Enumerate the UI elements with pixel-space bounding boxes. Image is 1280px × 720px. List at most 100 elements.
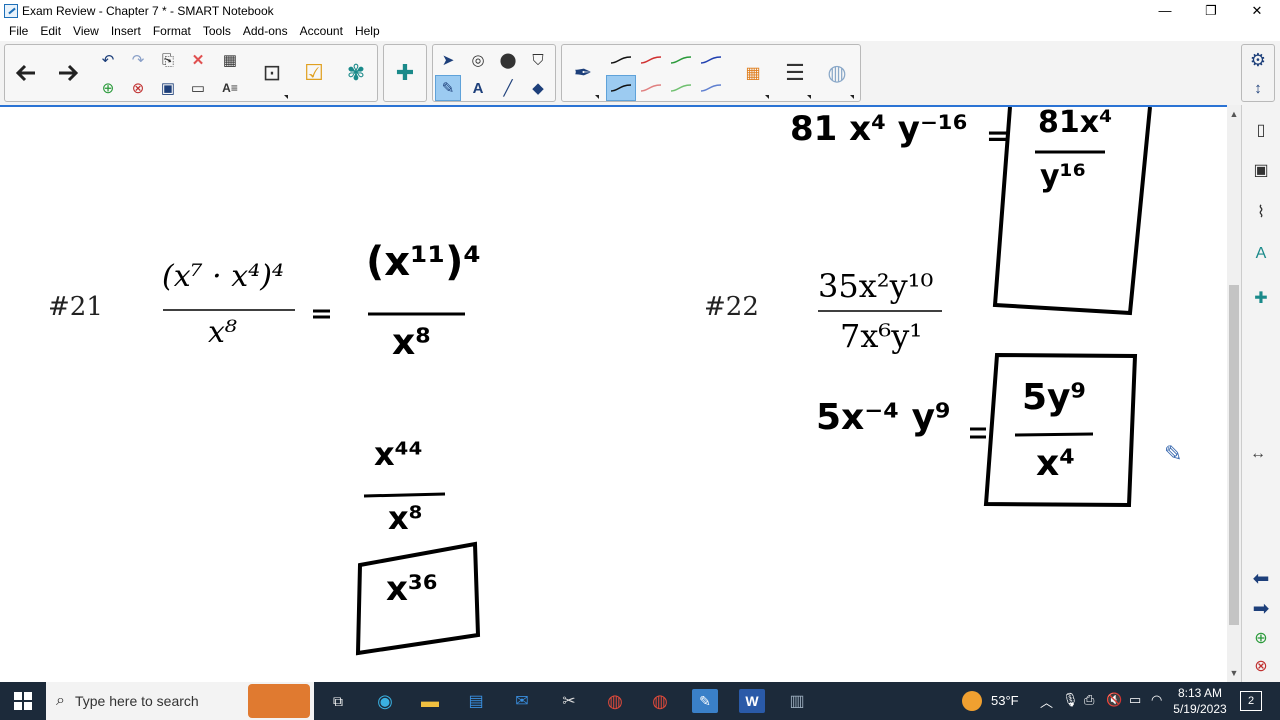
delete-page-button[interactable]: ⊗ (125, 75, 151, 101)
line-thickness-button[interactable]: ☰ (776, 47, 814, 99)
toolbar-group-file: ↶ ↷ ⎘ ✕ ▦ ⊕ ⊗ ▣ ▭ A≡ ⊡ ☑ ✾ (4, 44, 378, 102)
undo-button[interactable]: ↶ (95, 47, 121, 73)
taskbar-search-box[interactable]: ⌕ Type here to search (46, 682, 314, 720)
creature-icon: ✾ (346, 60, 366, 85)
tray-chevron-icon[interactable]: ︿ (1040, 692, 1053, 711)
move-toolbar-button[interactable]: ↕ (1245, 75, 1271, 101)
file-explorer-taskbar-button[interactable]: ▬ (417, 689, 443, 713)
pen-style-green-thick[interactable] (670, 83, 692, 93)
pen-style-blue-thick[interactable] (700, 83, 722, 93)
chrome-taskbar-button-2[interactable]: ◍ (647, 689, 673, 713)
close-button[interactable]: ✕ (1234, 0, 1280, 21)
clock-date: 5/19/2023 (1173, 702, 1227, 716)
p22-answer-fraction-bar-ink (1014, 432, 1094, 437)
misc-app-taskbar-button[interactable]: ▥ (784, 689, 810, 713)
menu-account[interactable]: Account (294, 24, 349, 38)
scroll-up-arrow-icon[interactable]: ▲ (1227, 107, 1241, 121)
pen-style-black[interactable] (610, 55, 632, 65)
addons-sidebar-button[interactable]: ✚ (1246, 283, 1276, 313)
network-icon[interactable]: ⎙ (1084, 692, 1094, 708)
mail-taskbar-button[interactable]: ✉ (509, 689, 535, 713)
menu-addons[interactable]: Add-ons (237, 24, 294, 38)
menu-help[interactable]: Help (349, 24, 386, 38)
smart-notebook-taskbar-button[interactable]: ✎ (692, 689, 718, 713)
gallery-button[interactable]: ▣ (1246, 155, 1276, 185)
weather-temperature[interactable]: 53°F (991, 693, 1019, 708)
select-tool-button[interactable]: ➤ (435, 47, 461, 73)
menu-tools[interactable]: Tools (197, 24, 237, 38)
microphone-icon[interactable]: 🎙 (1062, 692, 1079, 708)
pen-type-button[interactable]: ✒ (564, 47, 602, 99)
text-format-button[interactable]: A≡ (217, 75, 243, 101)
eraser-tool-button[interactable]: ◆ (525, 75, 551, 101)
paint-bucket-button[interactable]: ⛉ (525, 47, 551, 73)
page-sorter-button[interactable]: ▯ (1246, 115, 1276, 145)
task-view-button[interactable]: ⧉ (325, 689, 351, 713)
properties-button[interactable]: A (1246, 239, 1276, 269)
minimize-button[interactable]: — (1142, 0, 1188, 21)
next-page-button[interactable] (49, 47, 87, 99)
resize-horizontal-icon[interactable]: ↔ (1250, 445, 1266, 463)
pen-style-black-thick-selected[interactable] (606, 75, 636, 101)
fill-tool-button[interactable]: ⬤ (495, 47, 521, 73)
screen-capture-button[interactable]: ⊡ (253, 47, 291, 99)
addon-button[interactable]: ✾ (337, 47, 375, 99)
sidebar-next-page-button[interactable]: ➡ (1246, 593, 1276, 623)
scroll-thumb[interactable] (1229, 285, 1239, 625)
text-tool-button[interactable]: A (465, 75, 491, 101)
menu-view[interactable]: View (67, 24, 105, 38)
menu-insert[interactable]: Insert (105, 24, 147, 38)
paste-button[interactable]: ⎘ (155, 47, 181, 73)
pen-style-red-thick[interactable] (640, 83, 662, 93)
right-sidebar: ▯ ▣ ⌇ A ✚ ↔ ⬅ ➡ ⊕ ⊗ (1241, 105, 1280, 682)
store-taskbar-button[interactable]: ▤ (463, 689, 489, 713)
pen-style-blue[interactable] (700, 55, 722, 65)
add-page-button[interactable]: ⊕ (95, 75, 121, 101)
pen-tool-button[interactable]: ✎ (435, 75, 461, 101)
pen-style-green[interactable] (670, 55, 692, 65)
problem-22-label: #22 (704, 292, 759, 322)
shape-tool-button[interactable]: ◎ (465, 47, 491, 73)
scroll-down-arrow-icon[interactable]: ▼ (1227, 666, 1241, 680)
vertical-scrollbar[interactable]: ▲ ▼ (1227, 105, 1241, 682)
chrome-taskbar-button-1[interactable]: ◍ (602, 689, 628, 713)
p21-step2-denominator: x⁸ (388, 499, 423, 537)
checkmark-box-icon: ☑ (304, 60, 324, 85)
transparency-button[interactable]: ◍ (818, 47, 856, 99)
properties-a-icon: A (1255, 245, 1267, 262)
maximize-button[interactable]: ❐ (1188, 0, 1234, 21)
response-button[interactable]: ☑ (295, 47, 333, 99)
taskbar-clock[interactable]: 8:13 AM 5/19/2023 (1172, 685, 1228, 717)
pen-style-red[interactable] (640, 55, 662, 65)
line-tool-button[interactable]: ╱ (495, 75, 521, 101)
menu-file[interactable]: File (3, 24, 34, 38)
menu-edit[interactable]: Edit (34, 24, 67, 38)
notification-center-button[interactable]: 2 (1240, 691, 1262, 711)
notebook-page-canvas[interactable]: 81 x⁴ y⁻¹⁶ = 81x⁴ y¹⁶ #21 (x⁷ · x⁴)⁴ x⁸ … (0, 105, 1227, 682)
sidebar-add-page-button[interactable]: ⊕ (1246, 623, 1276, 653)
sidebar-delete-page-button[interactable]: ⊗ (1246, 651, 1276, 681)
attachments-button[interactable]: ⌇ (1246, 197, 1276, 227)
save-button[interactable]: ▣ (155, 75, 181, 101)
redo-button[interactable]: ↷ (125, 47, 151, 73)
previous-page-button[interactable] (7, 47, 45, 99)
sidebar-previous-page-button[interactable]: ⬅ (1246, 563, 1276, 593)
lab-tool-button[interactable]: ✚ (386, 47, 424, 99)
delete-button[interactable]: ✕ (185, 47, 211, 73)
redo-icon: ↷ (131, 52, 145, 69)
screen-shade-button[interactable]: ▭ (185, 75, 211, 101)
settings-button[interactable]: ⚙ (1245, 47, 1271, 73)
p21-step2-fraction-bar-ink (363, 492, 446, 498)
battery-icon[interactable]: ▭ (1129, 692, 1141, 708)
p22-denominator: 7x⁶y¹ (840, 317, 923, 355)
color-palette-button[interactable]: ▦ (734, 47, 772, 99)
word-taskbar-button[interactable]: W (739, 689, 765, 713)
table-button[interactable]: ▦ (217, 47, 243, 73)
app-taskbar-button[interactable]: ✂ (556, 689, 582, 713)
volume-muted-icon[interactable]: 🔇 (1106, 692, 1122, 708)
menu-format[interactable]: Format (147, 24, 197, 38)
start-button[interactable] (0, 682, 46, 720)
screen-capture-icon: ⊡ (262, 60, 282, 85)
edge-taskbar-button[interactable]: ◉ (372, 689, 398, 713)
wifi-icon[interactable]: ◠ (1151, 692, 1162, 708)
